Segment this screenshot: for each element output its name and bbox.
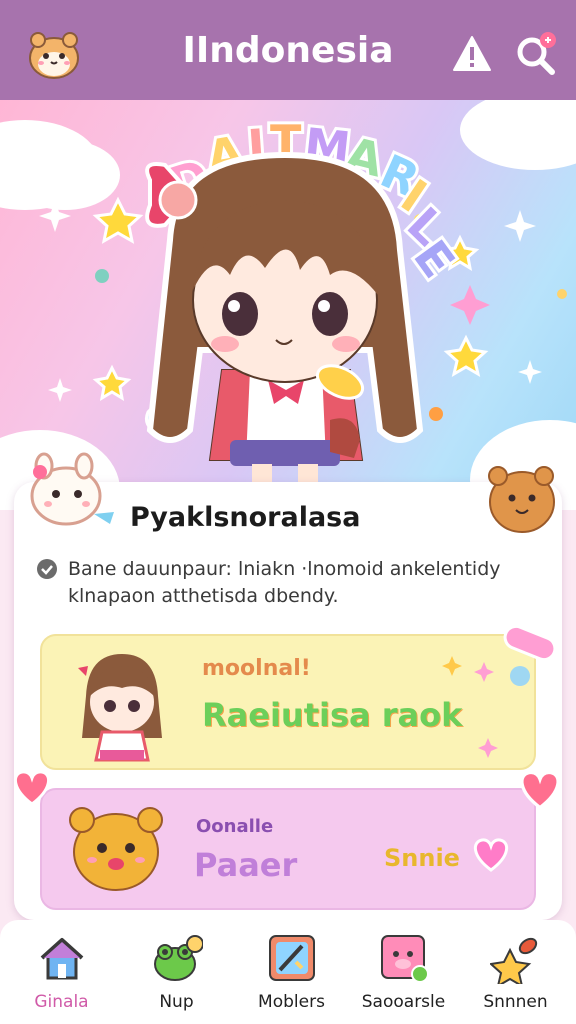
candy-sticker-icon (503, 624, 557, 662)
search-icon[interactable] (512, 30, 558, 76)
home-icon (40, 938, 83, 980)
warning-icon[interactable] (452, 34, 492, 74)
tile-2-subtitle: Oonalle (196, 816, 274, 837)
info-card: Pyaklsnoralasa Bane dauunpaur: lniakn ·l… (14, 452, 562, 920)
nav-item-nup[interactable]: Nup (119, 932, 234, 1012)
nav-item-snnnen[interactable]: Snnnen (458, 932, 573, 1012)
tile-1-title: Raeiutisa raok (202, 696, 463, 734)
tile-2-cta[interactable]: Snnie (384, 844, 460, 872)
chibi-girl-thumbnail-icon (78, 654, 162, 762)
feature-tile-2[interactable]: Oonalle Paaer Snnie (40, 788, 536, 910)
nav-label-saooarsle: Saooarsle (361, 992, 446, 1012)
bottom-nav: Ginala Nup Moblers Saooarsle Snnnen (0, 920, 576, 1024)
sticker-pig-icon (380, 935, 429, 983)
puzzle-icon (268, 935, 315, 981)
heart-right-icon (520, 770, 560, 810)
check-circle-icon (37, 559, 57, 579)
nav-label-snnnen: Snnnen (483, 992, 548, 1012)
heart-left-icon (13, 770, 51, 806)
bear-sticker-icon (488, 466, 555, 533)
nav-label-moblers: Moblers (258, 992, 325, 1012)
nav-item-moblers[interactable]: Moblers (234, 932, 349, 1012)
tile-1-subtitle: moolnal! (202, 656, 311, 681)
hero-banner: D A I T M A R I L E (0, 100, 576, 510)
tile-2-title: Paaer (194, 846, 298, 884)
cat-sticker-icon (69, 807, 163, 891)
card-description: Bane dauunpaur: lniakn ·lnomoid ankelent… (68, 558, 501, 607)
card-title: Pyaklsnoralasa (130, 502, 361, 533)
nav-label-home: Ginala (34, 992, 89, 1012)
heart-icon (473, 838, 509, 872)
nav-label-nup: Nup (159, 992, 194, 1012)
chibi-girl-illustration (145, 151, 424, 496)
hero-decorations: D A I T M A R I L E (39, 112, 567, 496)
nav-item-saooarsle[interactable]: Saooarsle (346, 932, 461, 1012)
nav-item-home[interactable]: Ginala (4, 932, 119, 1012)
app-header: IIndonesia (0, 0, 576, 100)
bunny-sticker-icon (30, 452, 114, 526)
frog-icon (153, 935, 203, 981)
star-rocket-icon (489, 937, 537, 984)
feature-tile-1[interactable]: moolnal! Raeiutisa raok (40, 634, 536, 770)
